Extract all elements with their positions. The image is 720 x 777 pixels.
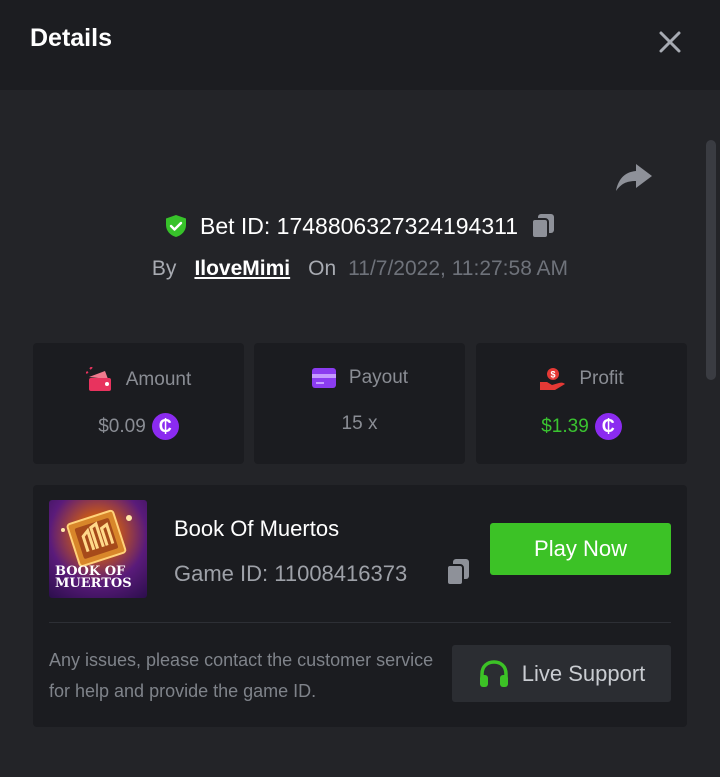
- wallet-coins-icon: [85, 367, 111, 391]
- game-thumbnail[interactable]: BOOK OF MUERTOS: [49, 500, 147, 598]
- bet-meta-row: By IloveMimi On 11/7/2022, 11:27:58 AM: [0, 252, 720, 286]
- bet-datetime: 11/7/2022, 11:27:58 AM: [348, 257, 569, 280]
- close-icon[interactable]: [654, 26, 686, 58]
- live-support-label: Live Support: [521, 660, 646, 686]
- bet-id: Bet ID: 1748806327324194311: [199, 212, 519, 239]
- shield-check-icon: [165, 215, 186, 237]
- payout-value: 15 x: [341, 413, 378, 434]
- game-id: Game ID: 11008416373: [174, 561, 408, 586]
- coin-icon: ₵: [151, 413, 179, 440]
- copy-icon[interactable]: [445, 557, 471, 587]
- coin-icon: ₵: [594, 413, 622, 440]
- page-title: Details: [30, 24, 112, 52]
- help-text: Any issues, please contact the customer …: [49, 650, 434, 701]
- profit-label: Profit: [579, 368, 624, 389]
- payout-card: Payout 15 x: [254, 343, 465, 464]
- live-support-button[interactable]: Live Support: [452, 645, 671, 702]
- game-name: Book Of Muertos: [174, 516, 340, 541]
- bet-id-row: Bet ID: 1748806327324194311: [0, 206, 720, 246]
- amount-value: $0.09: [98, 415, 146, 437]
- amount-label: Amount: [125, 369, 192, 390]
- game-card: BOOK OF MUERTOS Book Of Muertos Game ID:…: [33, 485, 687, 727]
- svg-text:$: $: [551, 370, 556, 380]
- header-bar: Details: [0, 0, 720, 90]
- share-icon[interactable]: [614, 160, 654, 194]
- amount-card: Amount $0.09 ₵: [33, 343, 244, 464]
- card-icon: [311, 368, 336, 388]
- hand-money-icon: $: [540, 368, 566, 390]
- divider: [49, 622, 671, 623]
- payout-label: Payout: [348, 367, 409, 388]
- copy-icon[interactable]: [530, 212, 556, 240]
- profit-card: $ Profit $1.39 ₵: [476, 343, 687, 464]
- by-label: By: [151, 257, 177, 280]
- play-now-button[interactable]: Play Now: [490, 523, 671, 575]
- headset-icon: [479, 659, 508, 687]
- on-label: On: [308, 257, 337, 280]
- profit-value: $1.39: [541, 415, 589, 437]
- username-link[interactable]: IloveMimi: [194, 257, 290, 281]
- game-thumbnail-title: BOOK OF MUERTOS: [55, 564, 132, 591]
